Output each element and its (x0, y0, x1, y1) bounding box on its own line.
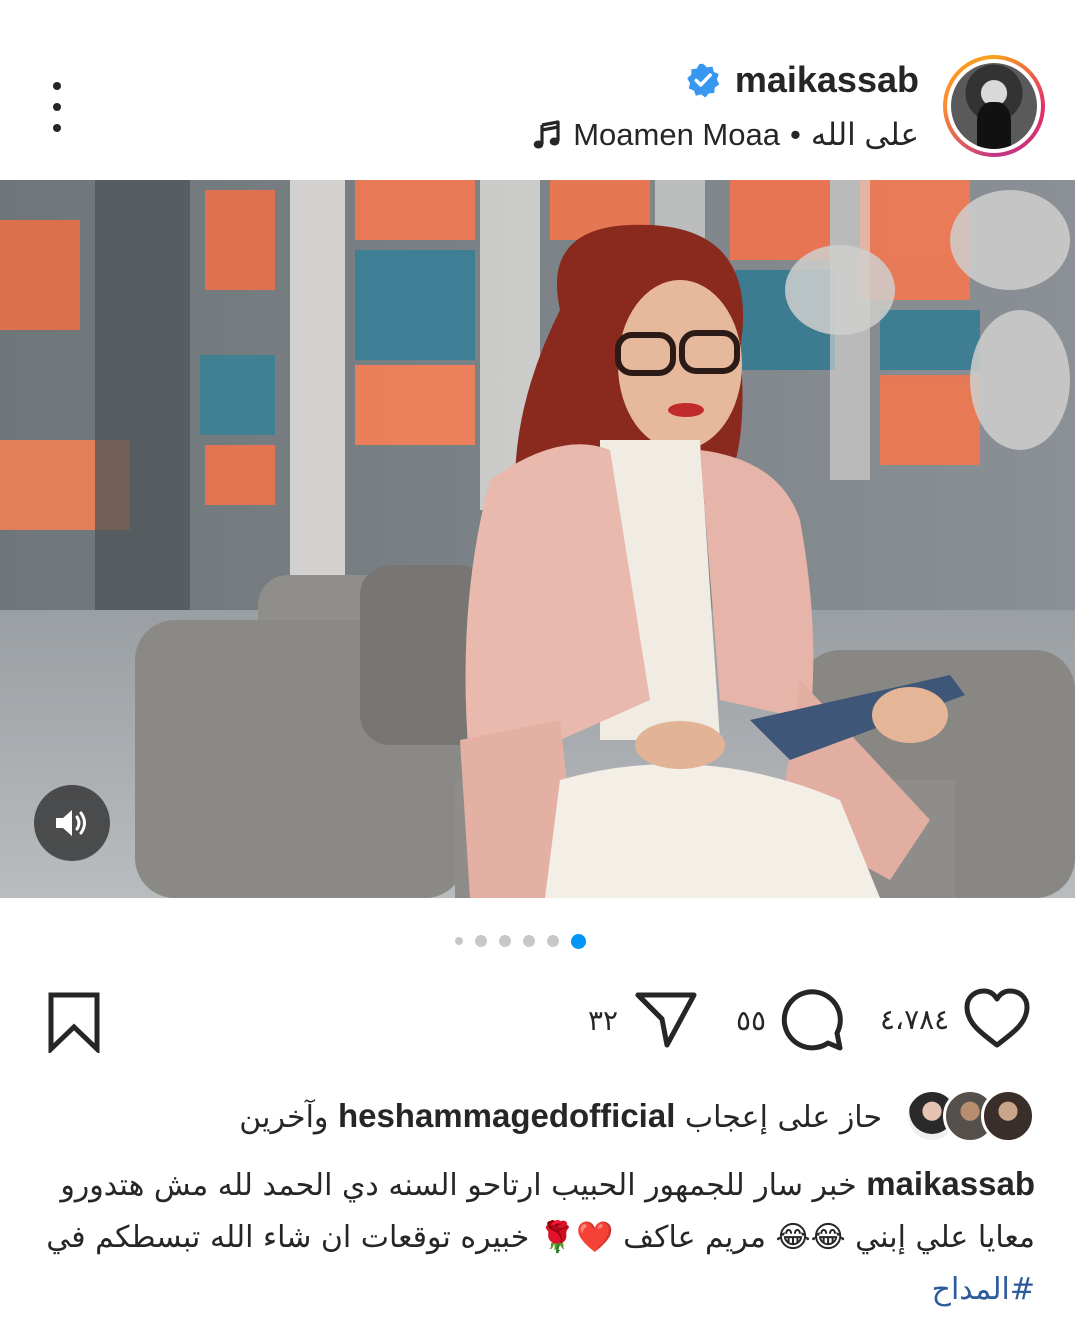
like-button[interactable]: ٤،٧٨٤ (880, 987, 1031, 1051)
comment-icon (781, 989, 843, 1051)
speaker-icon (56, 810, 86, 836)
audio-info[interactable]: Moamen Moaa • على الله (531, 113, 919, 157)
post-username[interactable]: maikassab (735, 59, 919, 101)
audio-artist: Moamen Moaa (573, 117, 780, 152)
liked-by-suffix: وآخرين (239, 1100, 329, 1135)
more-dot (53, 103, 61, 111)
post-caption: maikassab خبر سار للجمهور الحبيب ارتاحو … (35, 1158, 1035, 1316)
post-photo (0, 180, 1075, 898)
more-options-icon[interactable] (40, 82, 74, 132)
more-dot (53, 82, 61, 90)
sound-toggle-button[interactable] (34, 785, 110, 861)
carousel-dot-active (571, 933, 586, 949)
liked-by[interactable]: حاز على إعجاب heshammagedofficial وآخرين (239, 1087, 1035, 1145)
caption-hashtag[interactable]: #المداح (932, 1272, 1035, 1307)
carousel-indicator (455, 933, 586, 949)
caption-username[interactable]: maikassab (866, 1165, 1035, 1202)
share-count: ٣٢ (588, 1003, 619, 1037)
paper-plane-icon (635, 992, 697, 1048)
heart-icon (964, 988, 1030, 1048)
post-media[interactable] (0, 180, 1075, 898)
carousel-dot (475, 935, 487, 947)
more-dot (53, 124, 61, 132)
caption-emoji: 😂😂 (775, 1220, 846, 1255)
avatar[interactable] (943, 55, 1045, 157)
username-row: maikassab (685, 58, 919, 102)
liker-avatar (981, 1089, 1035, 1143)
save-button[interactable] (46, 991, 102, 1053)
caption-emoji: ❤️🌹 (538, 1220, 614, 1255)
caption-text: خبيره توقعات ان شاء الله تبسطكم في (46, 1220, 530, 1255)
comment-button[interactable]: ٥٥ (736, 987, 846, 1053)
liker-avatars (900, 1087, 1035, 1145)
avatar-image (951, 63, 1037, 149)
bookmark-icon (48, 992, 100, 1053)
avatar-border (947, 59, 1041, 153)
carousel-dot (523, 935, 535, 947)
carousel-dot (499, 935, 511, 947)
audio-title: على الله (810, 117, 919, 152)
comment-count: ٥٥ (736, 1003, 767, 1037)
liked-by-text: حاز على إعجاب heshammagedofficial وآخرين (239, 1097, 882, 1135)
action-bar: ٣٢ ٥٥ ٤،٧٨٤ (0, 985, 1075, 1060)
liked-by-user[interactable]: heshammagedofficial (338, 1097, 675, 1134)
like-count: ٤،٧٨٤ (880, 1002, 950, 1036)
post-header: maikassab Moamen Moaa • على الله (0, 0, 1075, 180)
share-button[interactable]: ٣٢ (588, 989, 698, 1051)
music-note-icon (533, 120, 560, 149)
carousel-dot (547, 935, 559, 947)
caption-text: مريم عاكف (623, 1220, 766, 1255)
liked-by-prefix: حاز على إعجاب (684, 1100, 882, 1135)
verified-badge-icon (687, 63, 720, 98)
audio-separator: • (789, 117, 801, 152)
carousel-dot (455, 937, 463, 945)
